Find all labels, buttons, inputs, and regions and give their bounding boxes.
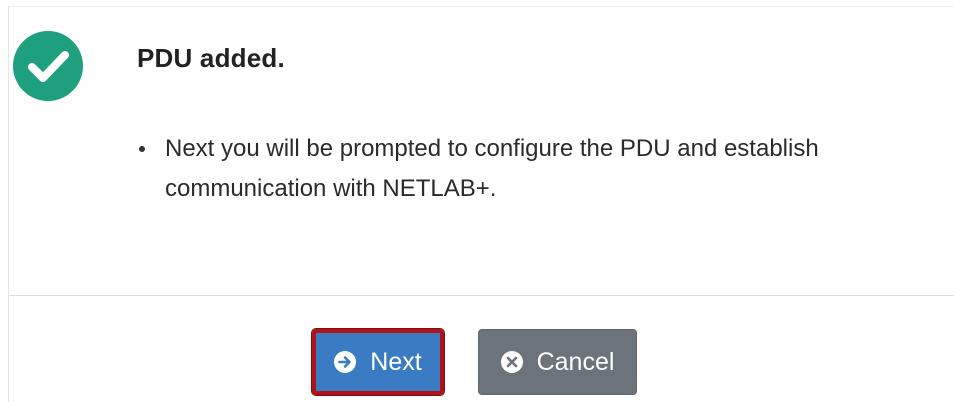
- message-list: Next you will be prompted to configure t…: [133, 129, 933, 209]
- message-text: Next you will be prompted to configure t…: [165, 135, 819, 202]
- dialog-title: PDU added.: [137, 43, 285, 73]
- bullet-dot: [139, 146, 145, 152]
- next-button[interactable]: Next: [311, 328, 445, 396]
- cancel-button[interactable]: Cancel: [478, 329, 637, 395]
- confirmation-dialog: PDU added. Next you will be prompted to …: [8, 6, 954, 402]
- check-circle-icon: [13, 31, 83, 101]
- next-button-label: Next: [370, 347, 422, 376]
- arrow-right-circle-icon: [334, 351, 357, 373]
- cancel-button-label: Cancel: [536, 347, 615, 376]
- footer-divider: [9, 295, 954, 296]
- message-item: Next you will be prompted to configure t…: [133, 129, 933, 209]
- x-circle-icon: [500, 351, 523, 373]
